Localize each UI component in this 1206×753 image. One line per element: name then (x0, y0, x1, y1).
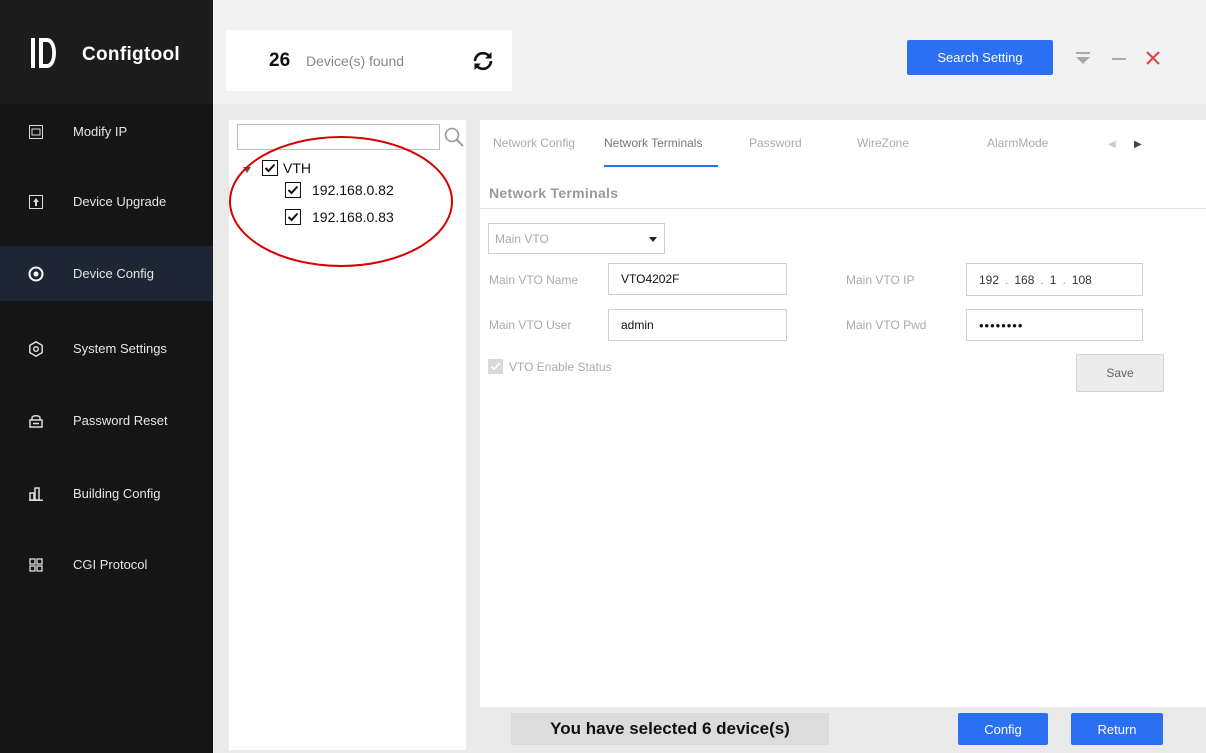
sidebar-item-label: Building Config (73, 486, 161, 501)
filter-dropdown-icon[interactable] (1073, 48, 1093, 68)
active-tab-indicator (604, 165, 718, 167)
chevron-down-icon (649, 237, 657, 242)
sidebar-item-label: Password Reset (73, 413, 168, 428)
ip-icon (28, 124, 44, 140)
top-bar (213, 0, 1206, 104)
tab-scroll-right-icon[interactable]: ▶ (1134, 139, 1142, 150)
main-vto-user-field[interactable]: admin (608, 309, 787, 341)
config-panel (480, 120, 1206, 750)
device-count-label: Device(s) found (306, 53, 405, 69)
sidebar-item-password-reset[interactable]: Password Reset (0, 393, 213, 448)
checkbox[interactable] (488, 359, 503, 374)
ip-octet[interactable]: 192 (979, 273, 999, 287)
lock-icon (28, 413, 44, 429)
grid-icon (28, 557, 44, 573)
sidebar-item-system-settings[interactable]: System Settings (0, 321, 213, 376)
gear-icon (28, 340, 44, 357)
ip-octet[interactable]: 168 (1014, 273, 1034, 287)
building-icon (28, 486, 44, 502)
device-count: 26 (269, 50, 291, 71)
ip-octet[interactable]: 108 (1072, 273, 1092, 287)
main-vto-ip-field[interactable]: 192 . 168 . 1 . 108 (966, 263, 1143, 296)
tab-wirezone[interactable]: WireZone (857, 136, 909, 150)
search-icon[interactable] (443, 126, 465, 148)
sidebar-item-label: CGI Protocol (73, 557, 148, 572)
close-icon[interactable] (1143, 48, 1163, 68)
app-title: Configtool (82, 44, 180, 65)
main-vto-name-field[interactable]: VTO4202F (608, 263, 787, 295)
return-button[interactable]: Return (1071, 713, 1163, 745)
sidebar-item-device-upgrade[interactable]: Device Upgrade (0, 174, 213, 229)
logo-area: Configtool (0, 0, 213, 104)
sidebar: Configtool Modify IP Device Upgrade Devi… (0, 0, 213, 753)
sidebar-item-cgi-protocol[interactable]: CGI Protocol (0, 537, 213, 592)
main-vto-user-label: Main VTO User (489, 318, 572, 332)
save-button[interactable]: Save (1076, 354, 1164, 392)
search-setting-button[interactable]: Search Setting (907, 40, 1053, 75)
refresh-icon[interactable] (471, 49, 495, 73)
sidebar-item-label: System Settings (73, 341, 167, 356)
tab-network-terminals[interactable]: Network Terminals (604, 136, 702, 150)
vto-type-select[interactable]: Main VTO (488, 223, 665, 254)
main-vto-ip-label: Main VTO IP (846, 273, 915, 287)
target-icon (28, 266, 44, 282)
sidebar-item-modify-ip[interactable]: Modify IP (0, 104, 213, 159)
section-title: Network Terminals (489, 185, 619, 201)
sidebar-item-building-config[interactable]: Building Config (0, 466, 213, 521)
vto-enable-status[interactable]: VTO Enable Status (488, 359, 612, 374)
tab-password[interactable]: Password (749, 136, 802, 150)
vto-enable-label: VTO Enable Status (509, 359, 612, 374)
logo-icon (31, 38, 56, 68)
ip-octet[interactable]: 1 (1050, 273, 1057, 287)
config-button[interactable]: Config (958, 713, 1048, 745)
sidebar-item-label: Device Upgrade (73, 194, 167, 209)
tab-network-config[interactable]: Network Config (493, 136, 575, 150)
divider (480, 208, 1206, 209)
tab-scroll-left-icon[interactable]: ◀ (1108, 139, 1116, 150)
main-vto-pwd-field[interactable]: •••••••• (966, 309, 1143, 341)
minimize-icon[interactable] (1109, 48, 1129, 68)
sidebar-item-label: Device Config (73, 266, 154, 281)
sidebar-item-label: Modify IP (73, 124, 128, 139)
main-vto-name-label: Main VTO Name (489, 273, 579, 287)
upgrade-icon (28, 194, 44, 210)
tab-alarmmode[interactable]: AlarmMode (987, 136, 1048, 150)
sidebar-item-device-config[interactable]: Device Config (0, 246, 213, 301)
selected-devices-status: You have selected 6 device(s) (511, 713, 829, 745)
select-value: Main VTO (495, 231, 549, 246)
annotation-ellipse (229, 136, 453, 267)
main-vto-pwd-label: Main VTO Pwd (846, 318, 927, 332)
